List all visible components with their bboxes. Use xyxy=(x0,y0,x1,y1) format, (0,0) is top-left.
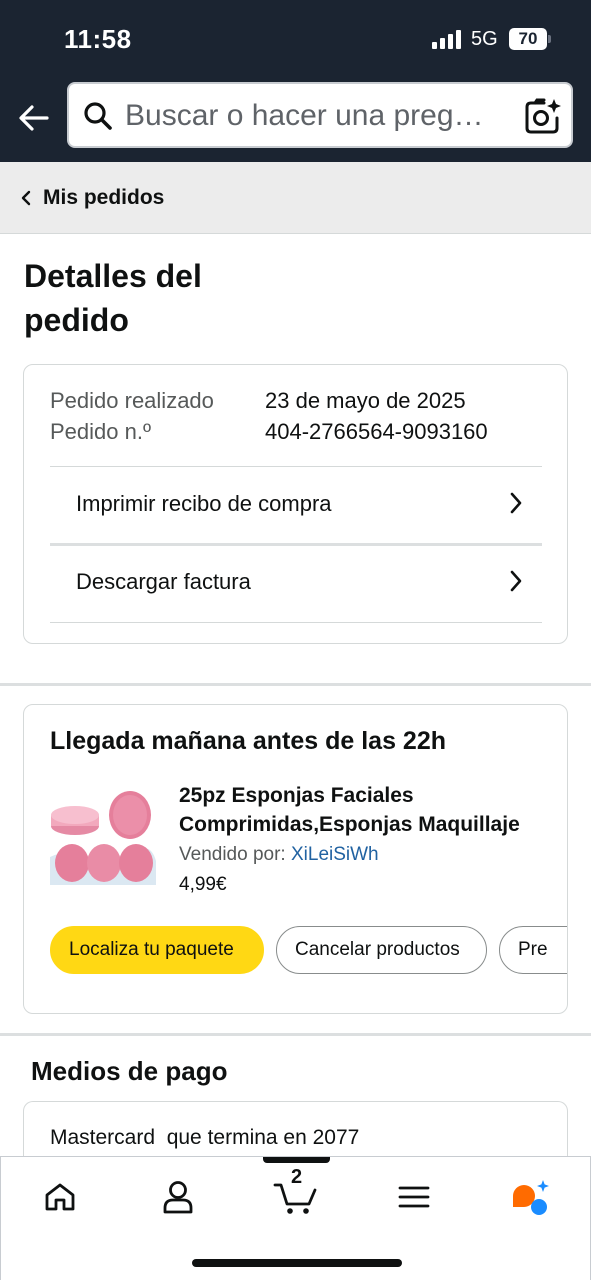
search-input[interactable] xyxy=(125,98,515,134)
seller-line: Vendido por: XiLeiSiWh xyxy=(179,844,379,866)
shipment-card: Llegada mañana antes de las 22h 25pz Esp… xyxy=(23,704,568,1014)
more-actions-button[interactable]: Pre xyxy=(499,926,567,974)
download-invoice-row[interactable]: Descargar factura xyxy=(24,545,569,621)
seller-link[interactable]: XiLeiSiWh xyxy=(291,844,379,865)
nav-cart[interactable]: 2 xyxy=(271,1166,321,1219)
nav-menu[interactable] xyxy=(389,1175,439,1219)
chevron-right-icon xyxy=(510,492,522,514)
cancel-items-button[interactable]: Cancelar productos xyxy=(276,926,487,974)
search-header xyxy=(0,80,591,162)
battery-icon: 70 xyxy=(509,28,547,50)
signal-icon xyxy=(432,29,464,49)
nav-home[interactable] xyxy=(35,1175,85,1219)
divider xyxy=(50,622,542,623)
seller-label: Vendido por: xyxy=(179,844,286,865)
nav-account[interactable] xyxy=(153,1175,203,1219)
search-icon xyxy=(84,102,112,130)
order-number-value: 404-2766564-9093160 xyxy=(265,419,488,444)
payment-method-text: Mastercard que termina en 2077 xyxy=(50,1126,360,1149)
download-invoice-label: Descargar factura xyxy=(76,569,251,594)
section-separator xyxy=(0,683,591,686)
cart-count-badge: 2 xyxy=(291,1166,303,1188)
bottom-nav: 2 xyxy=(0,1156,591,1280)
account-icon xyxy=(163,1181,193,1214)
print-receipt-label: Imprimir recibo de compra xyxy=(76,491,332,516)
breadcrumb-label[interactable]: Mis pedidos xyxy=(43,186,164,210)
chevron-right-icon xyxy=(510,570,522,592)
page-title: Detalles del pedido xyxy=(24,258,202,338)
rufus-ai-icon xyxy=(513,1180,549,1215)
product-price: 4,99€ xyxy=(179,874,227,895)
active-tab-indicator xyxy=(263,1157,330,1163)
menu-icon xyxy=(398,1186,430,1208)
battery-tip xyxy=(548,35,551,43)
track-package-button[interactable]: Localiza tu paquete xyxy=(50,926,264,974)
product-image[interactable] xyxy=(50,785,156,885)
payment-methods-title: Medios de pago xyxy=(31,1056,228,1086)
home-icon xyxy=(45,1183,75,1211)
network-type: 5G xyxy=(471,28,498,50)
nav-assistant[interactable] xyxy=(505,1175,555,1219)
status-time: 11:58 xyxy=(64,24,132,54)
section-separator xyxy=(0,1033,591,1036)
search-box[interactable] xyxy=(67,82,573,148)
camera-lens-icon[interactable] xyxy=(524,97,562,135)
order-date-label: Pedido realizado xyxy=(50,388,214,413)
back-arrow-icon[interactable] xyxy=(18,102,50,134)
order-summary-card: Pedido realizado 23 de mayo de 2025 Pedi… xyxy=(23,364,568,644)
home-indicator xyxy=(192,1259,402,1267)
print-receipt-row[interactable]: Imprimir recibo de compra xyxy=(24,467,569,543)
order-number-label: Pedido n.º xyxy=(50,419,151,444)
breadcrumb[interactable]: Mis pedidos xyxy=(0,162,591,234)
order-date-value: 23 de mayo de 2025 xyxy=(265,388,466,413)
chevron-left-icon xyxy=(21,190,31,206)
product-title[interactable]: 25pz Esponjas Faciales Comprimidas,Espon… xyxy=(179,781,549,839)
delivery-estimate: Llegada mañana antes de las 22h xyxy=(50,727,446,755)
status-bar: 11:58 5G 70 xyxy=(0,0,591,80)
